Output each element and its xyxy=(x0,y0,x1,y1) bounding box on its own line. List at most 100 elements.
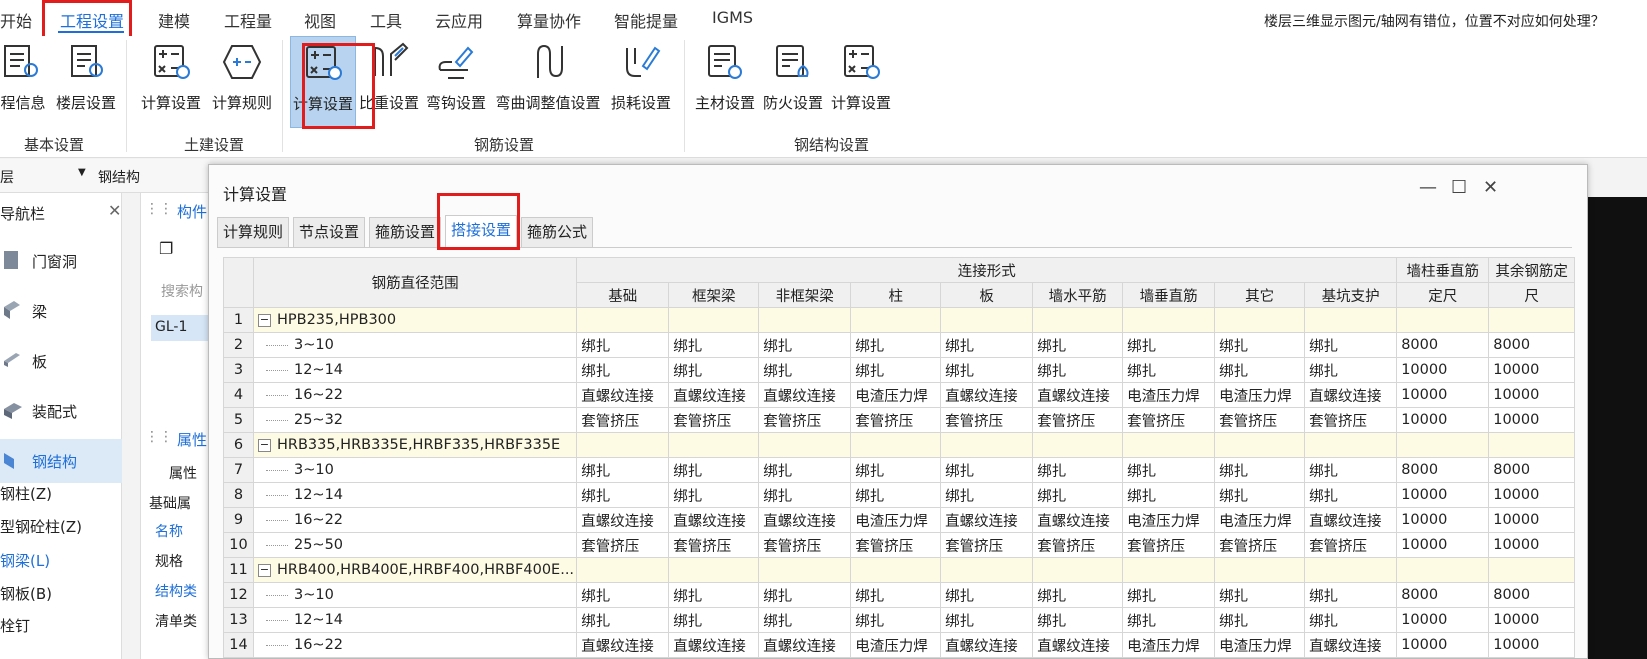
table-cell[interactable] xyxy=(940,557,1034,583)
table-cell[interactable]: 套管挤压 xyxy=(1304,532,1398,558)
table-cell[interactable]: 绑扎 xyxy=(576,607,670,633)
table-cell[interactable]: 绑扎 xyxy=(1304,357,1398,383)
nav-sub-src-column[interactable]: 型钢砼柱(Z) xyxy=(0,516,82,537)
table-cell[interactable] xyxy=(1032,307,1124,333)
table-cell[interactable]: 电渣压力焊 xyxy=(1122,632,1216,658)
table-cell[interactable]: 直螺纹连接 xyxy=(576,507,670,533)
table-cell[interactable]: 套管挤压 xyxy=(668,532,760,558)
table-cell[interactable]: 10000 xyxy=(1396,382,1490,408)
table-cell[interactable]: 绑扎 xyxy=(1304,607,1398,633)
table-cell[interactable] xyxy=(576,557,670,583)
diameter-range-cell[interactable]: 16~22 xyxy=(252,382,578,408)
diameter-range-cell[interactable]: 3~10 xyxy=(252,582,578,608)
table-cell[interactable]: 绑扎 xyxy=(1214,607,1306,633)
table-cell[interactable]: 直螺纹连接 xyxy=(758,382,852,408)
menu-tools[interactable]: 工具 xyxy=(370,8,402,32)
table-cell[interactable] xyxy=(1396,557,1490,583)
nav-item-prefab[interactable]: 装配式 xyxy=(0,389,122,433)
table-cell[interactable]: 10000 xyxy=(1396,532,1490,558)
table-cell[interactable]: 电渣压力焊 xyxy=(1122,382,1216,408)
maximize-icon[interactable]: ☐ xyxy=(1451,177,1467,198)
nav-item-steel[interactable]: 钢结构 xyxy=(0,439,122,483)
menu-quantity[interactable]: 工程量 xyxy=(224,8,272,32)
table-cell[interactable]: 绑扎 xyxy=(758,607,852,633)
table-cell[interactable] xyxy=(758,432,852,458)
table-cell[interactable]: 套管挤压 xyxy=(668,407,760,433)
table-cell[interactable]: 套管挤压 xyxy=(576,407,670,433)
table-cell[interactable] xyxy=(850,432,942,458)
table-cell[interactable]: 绑扎 xyxy=(668,607,760,633)
collapse-icon[interactable]: − xyxy=(257,438,271,452)
menu-smart[interactable]: 智能提量 xyxy=(614,8,678,32)
table-cell[interactable]: 8000 xyxy=(1488,582,1575,608)
table-cell[interactable]: 套管挤压 xyxy=(1122,407,1216,433)
table-cell[interactable]: 10000 xyxy=(1488,382,1575,408)
table-cell[interactable]: 电渣压力焊 xyxy=(850,632,942,658)
table-row[interactable]: 8 12~14 绑扎 绑扎 绑扎 绑扎 绑扎 绑扎 绑扎 绑扎 绑扎 10000 10000 xyxy=(223,482,1575,508)
prop-group[interactable]: 基础属 xyxy=(149,493,191,513)
menu-collab[interactable]: 算量协作 xyxy=(517,8,581,32)
table-cell[interactable]: 10000 xyxy=(1396,607,1490,633)
table-cell[interactable]: 绑扎 xyxy=(758,332,852,358)
table-row[interactable]: 13 12~14 绑扎 绑扎 绑扎 绑扎 绑扎 绑扎 绑扎 绑扎 绑扎 10000 10000 xyxy=(223,607,1575,633)
steel-calc-settings-button[interactable]: 计算设置 xyxy=(826,36,896,128)
table-cell[interactable]: 8000 xyxy=(1488,457,1575,483)
table-cell[interactable]: 绑扎 xyxy=(850,357,942,383)
hook-settings-button[interactable]: 弯钩设置 xyxy=(424,36,488,128)
table-cell[interactable]: 绑扎 xyxy=(1122,582,1216,608)
minimize-icon[interactable]: — xyxy=(1419,177,1437,198)
table-cell[interactable]: 10000 xyxy=(1396,407,1490,433)
table-cell[interactable]: 绑扎 xyxy=(1032,357,1124,383)
menu-igms[interactable]: IGMS xyxy=(712,8,753,27)
table-group-row[interactable]: 11− HRB400,HRB400E,HRBF400,HRBF400E... xyxy=(223,557,1575,583)
table-cell[interactable]: 套管挤压 xyxy=(1032,407,1124,433)
table-cell[interactable]: 10000 xyxy=(1488,357,1575,383)
table-cell[interactable]: 套管挤压 xyxy=(1214,532,1306,558)
tab-calc-rules[interactable]: 计算规则 xyxy=(217,217,289,247)
table-cell[interactable]: 绑扎 xyxy=(850,457,942,483)
table-cell[interactable]: 绑扎 xyxy=(1032,332,1124,358)
table-cell[interactable] xyxy=(758,307,852,333)
table-cell[interactable] xyxy=(1032,432,1124,458)
table-cell[interactable]: 直螺纹连接 xyxy=(668,382,760,408)
table-cell[interactable]: 直螺纹连接 xyxy=(940,632,1034,658)
table-cell[interactable]: 绑扎 xyxy=(758,457,852,483)
table-row[interactable]: 12 3~10 绑扎 绑扎 绑扎 绑扎 绑扎 绑扎 绑扎 绑扎 绑扎 8000 8000 xyxy=(223,582,1575,608)
table-cell[interactable]: 绑扎 xyxy=(1122,332,1216,358)
table-cell[interactable]: 直螺纹连接 xyxy=(1304,507,1398,533)
table-cell[interactable]: 绑扎 xyxy=(1304,332,1398,358)
group-label-cell[interactable]: − HRB400,HRB400E,HRBF400,HRBF400E... xyxy=(252,557,578,583)
tab-properties[interactable]: 属性 xyxy=(177,429,207,450)
table-cell[interactable]: 绑扎 xyxy=(1032,457,1124,483)
close-icon[interactable]: ✕ xyxy=(108,201,121,220)
table-cell[interactable]: 直螺纹连接 xyxy=(668,507,760,533)
table-cell[interactable] xyxy=(1122,307,1216,333)
table-row[interactable]: 5 25~32 套管挤压 套管挤压 套管挤压 套管挤压 套管挤压 套管挤压 套管挤压 套管挤压 套管… xyxy=(223,407,1575,433)
drag-handle-icon[interactable]: ⋮⋮ xyxy=(145,201,173,217)
table-cell[interactable]: 8000 xyxy=(1396,457,1490,483)
collapse-icon[interactable]: − xyxy=(257,563,271,577)
table-cell[interactable]: 套管挤压 xyxy=(850,407,942,433)
menu-view[interactable]: 视图 xyxy=(304,8,336,32)
diameter-range-cell[interactable]: 12~14 xyxy=(252,357,578,383)
table-cell[interactable]: 绑扎 xyxy=(940,607,1034,633)
drag-handle-icon[interactable]: ⋮⋮ xyxy=(145,429,173,445)
table-cell[interactable]: 绑扎 xyxy=(1122,482,1216,508)
civil-calc-settings-button[interactable]: 计算设置 xyxy=(136,36,206,128)
table-cell[interactable]: 绑扎 xyxy=(1304,582,1398,608)
table-cell[interactable] xyxy=(940,432,1034,458)
nav-sub-steel-plate[interactable]: 钢板(B) xyxy=(0,583,52,604)
table-cell[interactable]: 直螺纹连接 xyxy=(1304,382,1398,408)
table-cell[interactable]: 绑扎 xyxy=(1304,482,1398,508)
table-cell[interactable]: 绑扎 xyxy=(668,482,760,508)
nav-sub-stud[interactable]: 栓钉 xyxy=(0,615,30,636)
table-cell[interactable]: 电渣压力焊 xyxy=(1214,632,1306,658)
table-cell[interactable] xyxy=(1396,432,1490,458)
table-cell[interactable]: 绑扎 xyxy=(1214,482,1306,508)
floor-settings-button[interactable]: 楼层设置 xyxy=(52,36,120,128)
table-cell[interactable]: 套管挤压 xyxy=(1032,532,1124,558)
table-cell[interactable]: 绑扎 xyxy=(940,482,1034,508)
table-cell[interactable]: 绑扎 xyxy=(1122,457,1216,483)
table-cell[interactable]: 绑扎 xyxy=(758,582,852,608)
table-cell[interactable]: 套管挤压 xyxy=(1214,407,1306,433)
